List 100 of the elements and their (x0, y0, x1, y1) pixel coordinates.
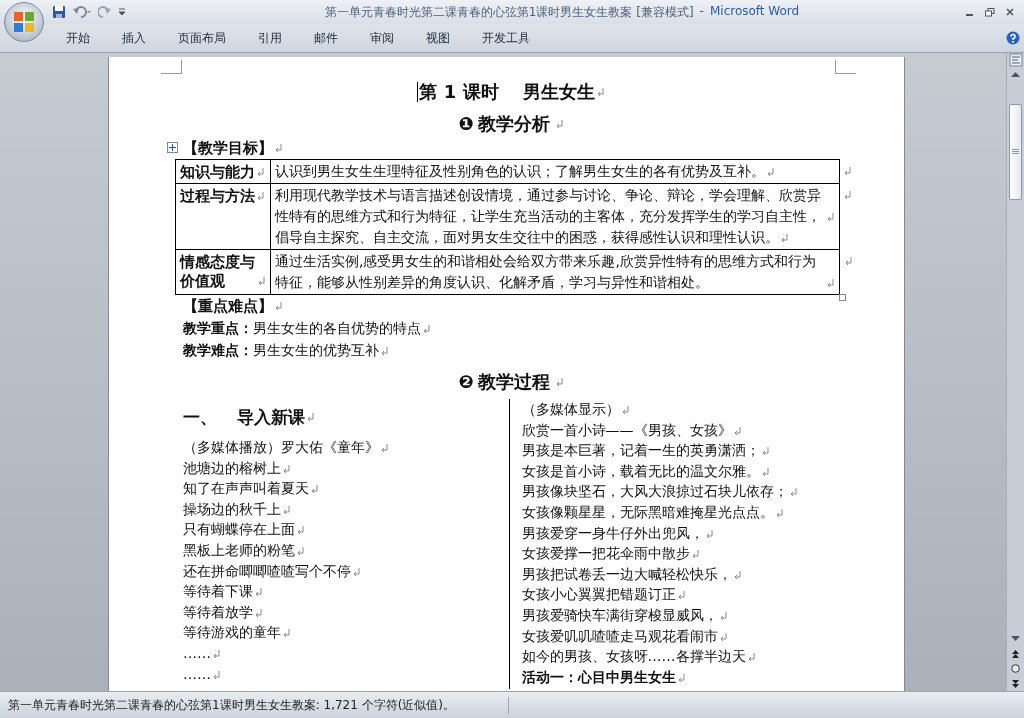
poem-line: 女孩小心翼翼把错题订正 (521, 586, 676, 603)
paragraph-mark-icon (746, 652, 756, 663)
up-arrow-icon (1011, 72, 1020, 77)
lesson-title: 第 1 课时 (419, 80, 499, 104)
save-icon[interactable] (52, 5, 66, 19)
paragraph-mark-icon (843, 189, 852, 200)
paragraph-mark-icon (843, 255, 853, 266)
poem-line: 女孩爱撑一把花伞雨中散步 (521, 545, 690, 562)
poem-line: （多媒体显示） (521, 401, 620, 417)
browse-object-button[interactable] (1008, 661, 1023, 676)
section-number: ❶ (458, 112, 474, 136)
paragraph-mark-icon (620, 405, 630, 415)
ribbon-tab[interactable]: 开始 (50, 26, 106, 50)
double-up-arrow-icon (1012, 649, 1019, 658)
undo-icon[interactable] (72, 5, 92, 19)
section-number: 一、 (183, 406, 217, 429)
grip-icon (1012, 149, 1019, 155)
ribbon-tab[interactable]: 插入 (106, 26, 162, 50)
paragraph-mark-icon (826, 212, 835, 222)
poem-line: 女孩爱叽叽喳喳走马观花看闹市 (521, 627, 718, 644)
poem-line: 男孩把试卷丢一边大喊轻松快乐， (521, 565, 732, 582)
paragraph-mark-icon (254, 607, 263, 618)
cell-text: 倡导自主探究、自主交流，面对男女生交往中的困惑，获得感性认识和理性认识。 (275, 228, 779, 247)
ribbon-tab[interactable]: 审阅 (354, 26, 410, 50)
scroll-thumb[interactable] (1009, 104, 1022, 200)
help-icon[interactable] (1006, 31, 1020, 45)
ribbon-tab[interactable]: 页面布局 (162, 26, 242, 50)
customize-icon[interactable] (118, 7, 126, 17)
poem-line: 只有蝴蝶停在上面 (183, 521, 295, 538)
paragraph-mark-icon (595, 87, 605, 97)
poem-line: 黑板上老师的粉笔 (183, 541, 295, 558)
page-corner-mark (161, 60, 182, 74)
paragraph-mark-icon (422, 324, 431, 334)
poem-line: 知了在声声叫着夏天 (183, 480, 309, 497)
text-cursor (417, 82, 419, 102)
paragraph-mark-icon (274, 143, 283, 153)
window-title: 第一单元青春时光第二课青春的心弦第1课时男生女生教案 [兼容模式] (324, 3, 694, 21)
paragraph-mark-icon (554, 119, 564, 129)
section-number: ❷ (458, 370, 474, 394)
office-logo-icon (13, 11, 35, 33)
paragraph-mark-icon (212, 648, 221, 659)
paragraph-mark-icon (306, 412, 315, 422)
table-resize-handle[interactable] (839, 294, 846, 301)
paragraph-mark-icon (282, 463, 291, 474)
title-separator: - (699, 3, 704, 20)
paragraph-mark-icon (554, 377, 564, 387)
paragraph-mark-icon (274, 301, 283, 311)
row-label: 过程与方法 (180, 187, 255, 206)
paragraph-mark-icon (676, 590, 686, 601)
lesson-topic: 男生女生 (522, 80, 595, 104)
cell-text: 认识到男生女生生理特征及性别角色的认识；了解男生女生的各有优势及互补。 (275, 162, 765, 181)
key-point-text: 教学重点：男生女生的各自优势的特点 (183, 320, 421, 336)
ribbon-tab[interactable]: 引用 (242, 26, 298, 50)
poem-line: 男孩像块坚石，大风大浪掠过石块儿依存； (521, 483, 788, 500)
key-point-text: 教学难点：男生女生的优势互补 (183, 342, 379, 358)
paragraph-mark-icon (760, 466, 770, 477)
paragraph-mark-icon (256, 167, 265, 177)
poem-line: 女孩是首小诗，载着无比的温文尔雅。 (521, 462, 760, 479)
poem-line: 等待游戏的童年 (183, 624, 281, 641)
paragraph-mark-icon (676, 672, 686, 683)
ribbon-tab[interactable]: 邮件 (298, 26, 354, 50)
cell-text: 通过生活实例,感受男女生的和谐相处会给双方带来乐趣,欣赏异性特有的思维方式和行为特征，能够从性别差异的角度认识、化解矛盾，学习与异性和谐相处。 (275, 252, 817, 292)
paragraph-mark-icon (282, 504, 291, 515)
poem-line: 如今的男孩、女孩呀……各撑半边天 (521, 648, 746, 665)
poem-line: 男孩爱骑快车满街穿梭显威风， (521, 606, 718, 623)
paragraph-mark-icon (718, 610, 728, 621)
activity-heading: 活动一：心目中男生女生 (521, 668, 676, 685)
paragraph-mark-icon (732, 569, 742, 580)
ribbon-tab[interactable]: 开发工具 (466, 26, 546, 50)
table-move-handle-icon[interactable] (167, 142, 178, 153)
paragraph-mark-icon (296, 525, 305, 536)
poem-line: 等待着放学 (183, 603, 253, 620)
close-icon (1006, 8, 1014, 16)
poem-line: 操场边的秋千上 (183, 500, 281, 517)
paragraph-mark-icon (256, 191, 265, 201)
paragraph-mark-icon (212, 669, 221, 680)
double-down-arrow-icon (1012, 679, 1019, 688)
section-heading: 教学过程 (477, 370, 550, 394)
poem-line: 男孩爱穿一身牛仔外出兜风， (521, 524, 704, 541)
section-heading: 导入新课 (237, 406, 305, 429)
vertical-scrollbar[interactable] (1006, 53, 1024, 691)
section-heading: 教学分析 (477, 112, 550, 136)
poem-line: …… (183, 644, 211, 661)
paragraph-mark-icon (760, 446, 770, 457)
paragraph-mark-icon (296, 545, 305, 556)
paragraph-mark-icon (380, 346, 389, 356)
paragraph-mark-icon (718, 631, 728, 642)
poem-line: （多媒体播放）罗大佑《童年》 (183, 439, 379, 455)
poem-line: 等待着下课 (183, 583, 253, 600)
restore-icon (985, 7, 995, 17)
poem-line: 男孩是本巨著，记着一生的英勇潇洒； (521, 442, 760, 459)
cell-text: 利用现代教学技术与语言描述创设情境，通过参与讨论、争论、辩论，学会理解、欣赏异性特有的思维方式和行为特征，让学生充当活动的主客体，充分发挥学生的学习自主性， (275, 186, 822, 226)
ruler-toggle-icon[interactable] (1008, 53, 1023, 67)
page-corner-mark (835, 60, 856, 74)
status-text: 第一单元青春时光第二课青春的心弦第1课时男生女生教案: 1,721 个字符(近似值)。 (0, 696, 509, 714)
paragraph-mark-icon (254, 587, 263, 598)
restore-button[interactable] (982, 5, 998, 19)
paragraph-mark-icon (774, 507, 784, 518)
ribbon-tab[interactable]: 视图 (410, 26, 466, 50)
row-label: 情感态度与价值观 (180, 253, 256, 291)
